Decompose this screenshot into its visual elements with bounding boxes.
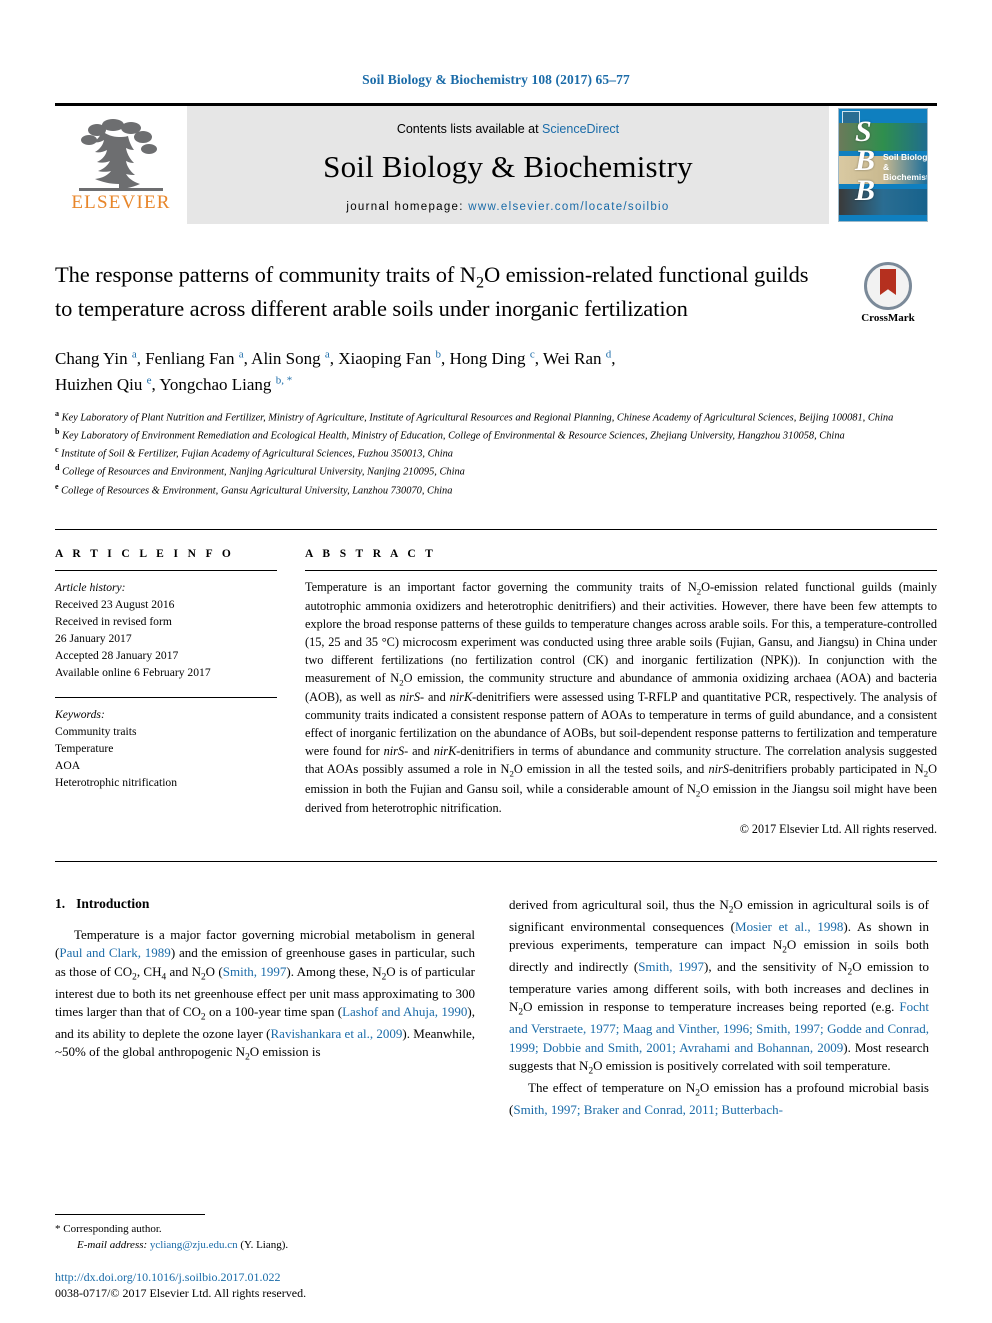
affiliation-text: Key Laboratory of Environment Remediatio… [62, 430, 845, 442]
citation-link[interactable]: Mosier et al., 1998 [735, 919, 843, 934]
journal-homepage-line: journal homepage: www.elsevier.com/locat… [346, 201, 669, 213]
citation-link[interactable]: Ravishankara et al., 2009 [271, 1026, 403, 1041]
cover-image: SBB Soil Biology & Biochemistry [838, 108, 928, 222]
footnote-area: * Corresponding author. E-mail address: … [55, 1214, 475, 1301]
elsevier-tree-icon [79, 119, 163, 191]
abstract-heading: A B S T R A C T [305, 547, 437, 560]
homepage-url[interactable]: www.elsevier.com/locate/soilbio [468, 201, 669, 213]
abstract-italic: nirS [708, 762, 729, 777]
journal-cover-thumbnail: SBB Soil Biology & Biochemistry [829, 106, 937, 224]
body-column-left: 1. Introduction Temperature is a major fa… [55, 896, 475, 1120]
affiliation-item: c Institute of Soil & Fertilizer, Fujian… [55, 445, 453, 460]
affiliation-text: College of Resources and Environment, Na… [62, 466, 465, 478]
citation-link[interactable]: Smith, 1997 [223, 964, 287, 979]
masthead-center: Contents lists available at ScienceDirec… [187, 106, 829, 224]
keyword-item: AOA [55, 759, 81, 773]
keywords-block: Keywords: Community traits Temperature A… [55, 706, 277, 791]
abstract-italic: nirS [383, 744, 405, 759]
journal-masthead: ELSEVIER Contents lists available at Sci… [55, 103, 937, 224]
abstract-italic: nirS [399, 690, 420, 705]
affiliation-text: Key Laboratory of Plant Nutrition and Fe… [61, 412, 894, 424]
keyword-item: Community traits [55, 725, 137, 739]
citation-link[interactable]: Paul and Clark, 1989 [59, 945, 170, 960]
section-number: 1. [55, 895, 66, 911]
affiliation-list: a Key Laboratory of Plant Nutrition and … [55, 408, 937, 499]
abstract-italic: nirK [433, 744, 457, 759]
keywords-label: Keywords: [55, 707, 105, 721]
article-page: Soil Biology & Biochemistry 108 (2017) 6… [0, 0, 992, 1323]
abstract-seg: - and [419, 690, 450, 705]
history-item: Available online 6 February 2017 [55, 665, 211, 679]
title-block: The response patterns of community trait… [55, 260, 937, 324]
email-suffix: (Y. Liang). [240, 1239, 289, 1252]
section-title: Introduction [76, 895, 150, 911]
issn-copyright-line: 0038-0717/© 2017 Elsevier Ltd. All right… [55, 1286, 307, 1300]
email-note: E-mail address: ycliang@zju.edu.cn (Y. L… [55, 1238, 475, 1254]
running-head: Soil Biology & Biochemistry 108 (2017) 6… [362, 72, 630, 87]
article-history: Article history: Received 23 August 2016… [55, 579, 277, 681]
footnote-divider [55, 1214, 205, 1216]
abstract-column: A B S T R A C T Temperature is an import… [305, 548, 937, 837]
history-item: Received in revised form [55, 614, 172, 628]
homepage-prefix: journal homepage: [346, 200, 469, 213]
article-info-column: A R T I C L E I N F O Article history: R… [55, 548, 277, 837]
affiliation-item: d College of Resources and Environment, … [55, 463, 465, 478]
email-link[interactable]: ycliang@zju.edu.cn [150, 1239, 238, 1251]
citation-link[interactable]: Smith, 1997; Braker and Conrad, 2011; Bu… [513, 1102, 783, 1117]
cover-journal-title: Soil Biology & Biochemistry [883, 152, 928, 182]
intro-paragraph-right-1: derived from agricultural soil, thus the… [509, 896, 930, 1077]
cover-band-1 [839, 123, 927, 151]
divider [55, 696, 277, 698]
history-item: 26 January 2017 [55, 631, 132, 645]
affiliation-item: a Key Laboratory of Plant Nutrition and … [55, 408, 894, 424]
abstract-text: Temperature is an important factor gover… [305, 579, 937, 818]
affiliation-text: College of Resources & Environment, Gans… [61, 485, 453, 497]
corresponding-author-label: Corresponding author. [63, 1223, 162, 1236]
doi-block: http://dx.doi.org/10.1016/j.soilbio.2017… [55, 1270, 475, 1301]
journal-title: Soil Biology & Biochemistry [323, 148, 693, 184]
divider [55, 569, 277, 571]
affiliation-item: b Key Laboratory of Environment Remediat… [55, 426, 845, 442]
citation-link[interactable]: Lashof and Ahuja, 1990 [342, 1004, 467, 1019]
abstract-copyright: © 2017 Elsevier Ltd. All rights reserved… [739, 821, 937, 836]
citation-link[interactable]: Focht and Verstraete, 1977; Maag and Vin… [509, 999, 929, 1054]
contents-line: Contents lists available at ScienceDirec… [397, 122, 619, 136]
elsevier-wordmark: ELSEVIER [71, 192, 171, 213]
article-info-heading: A R T I C L E I N F O [55, 547, 235, 560]
keyword-item: Heterotrophic nitrification [55, 776, 178, 790]
corresponding-author-note: * Corresponding author. [55, 1222, 475, 1238]
intro-paragraph-left: Temperature is a major factor governing … [55, 926, 476, 1064]
footnote-marker: * [55, 1223, 61, 1236]
crossmark-label: CrossMark [861, 312, 915, 324]
contents-prefix: Contents lists available at [396, 121, 543, 136]
abstract-italic: nirK [449, 690, 473, 705]
keyword-item: Temperature [55, 742, 114, 756]
history-item: Accepted 28 January 2017 [55, 648, 179, 662]
cover-band-3 [839, 189, 927, 215]
citation-link[interactable]: Smith, 1997 [638, 959, 704, 974]
cover-initials: SBB [855, 115, 876, 207]
divider [55, 860, 937, 862]
author-list: Chang Yin a, Fenliang Fan a, Alin Song a… [55, 348, 616, 394]
article-history-label: Article history: [55, 580, 126, 594]
elsevier-logo: ELSEVIER [55, 106, 187, 224]
intro-paragraph-right-2: The effect of temperature on N2O emissio… [509, 1080, 929, 1117]
body-columns: 1. Introduction Temperature is a major fa… [55, 896, 937, 1120]
page-title: The response patterns of community trait… [55, 262, 809, 322]
crossmark-badge[interactable]: CrossMark [839, 262, 937, 324]
info-abstract-section: A R T I C L E I N F O Article history: R… [55, 528, 937, 837]
history-item: Received 23 August 2016 [55, 597, 175, 611]
affiliation-item: e College of Resources & Environment, Ga… [55, 481, 453, 497]
abstract-seg: - and [404, 744, 434, 759]
divider [305, 569, 937, 571]
doi-link[interactable]: http://dx.doi.org/10.1016/j.soilbio.2017… [55, 1270, 475, 1285]
sciencedirect-link[interactable]: ScienceDirect [542, 122, 619, 136]
email-label: E-mail address: [77, 1239, 148, 1252]
affiliation-text: Institute of Soil & Fertilizer, Fujian A… [61, 448, 453, 460]
body-column-right: derived from agricultural soil, thus the… [509, 896, 929, 1120]
abstract-seg: Temperature is an important factor gover… [305, 579, 938, 705]
section-heading-introduction: 1. Introduction [55, 896, 475, 912]
crossmark-bookmark-icon [880, 269, 896, 295]
crossmark-icon [864, 262, 912, 310]
